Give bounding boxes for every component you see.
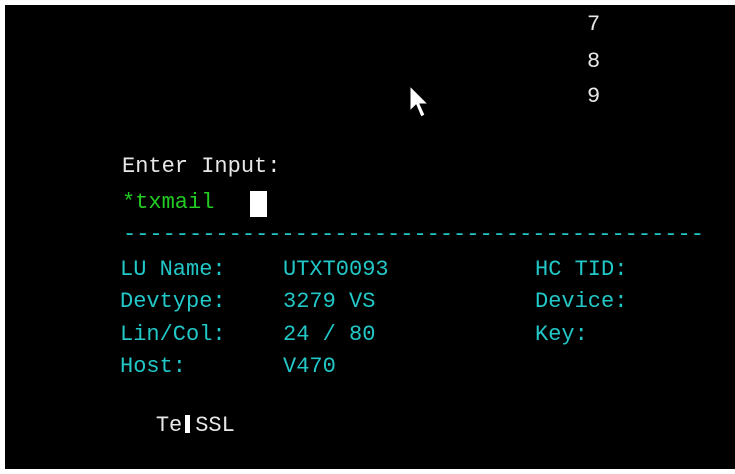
- hc-tid-label: HC TID:: [535, 257, 628, 282]
- status-prefix: Te: [155, 413, 183, 438]
- host-value: V470: [283, 354, 336, 379]
- enter-input-label: Enter Input:: [122, 154, 281, 179]
- status-cursor-bar: [185, 415, 191, 433]
- key-label: Key:: [535, 322, 588, 347]
- command-input[interactable]: *txmail: [122, 191, 214, 215]
- menu-number-9: 9: [587, 84, 601, 109]
- menu-number-8: 8: [587, 49, 601, 74]
- ssl-indicator: SSL: [195, 413, 235, 438]
- mouse-pointer-icon: [409, 85, 430, 118]
- lin-col-value: 24 / 80: [283, 322, 376, 347]
- devtype-label: Devtype:: [120, 289, 226, 314]
- devtype-value: 3279 VS: [283, 289, 376, 314]
- status-line: Te SSL: [103, 390, 235, 462]
- device-label: Device:: [535, 289, 628, 314]
- menu-number-7: 7: [587, 12, 601, 37]
- terminal-screen[interactable]: 7 8 9 Enter Input: *txmail -------------…: [5, 5, 735, 469]
- lu-name-label: LU Name:: [120, 257, 226, 282]
- text-cursor-block: [250, 191, 267, 217]
- lu-name-value: UTXT0093: [283, 257, 389, 282]
- divider-line: ----------------------------------------…: [123, 223, 704, 247]
- lin-col-label: Lin/Col:: [120, 322, 226, 347]
- host-label: Host:: [120, 354, 187, 379]
